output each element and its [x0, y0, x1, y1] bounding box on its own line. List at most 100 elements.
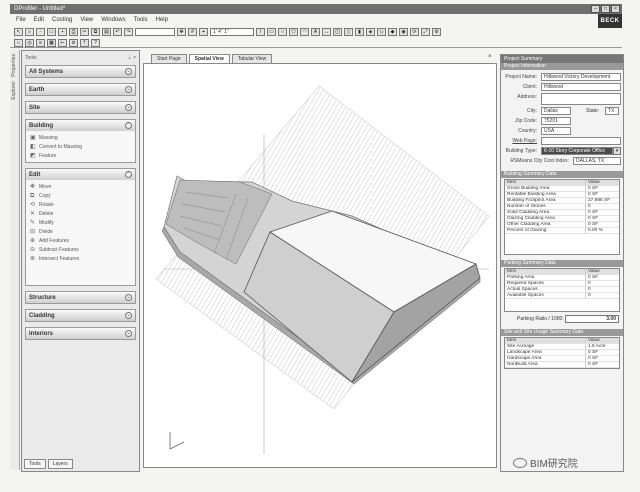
maximize-button[interactable]: □	[601, 5, 610, 13]
tool-intersect-features[interactable]: ⊗ Intersect Features	[26, 254, 135, 263]
redo-icon[interactable]: ↷	[124, 28, 133, 36]
grid-icon[interactable]: #	[188, 28, 197, 36]
tool-copy[interactable]: ⧉ Copy	[26, 191, 135, 200]
material-icon[interactable]: ▦	[47, 39, 56, 47]
dock-tab-explorer[interactable]: Explorer	[11, 81, 17, 100]
chevron-down-icon[interactable]: ⌄	[125, 86, 132, 93]
snap-icon[interactable]: ⌖	[199, 28, 208, 36]
parking-ratio-field[interactable]: 3.00	[565, 315, 619, 323]
line-tool-icon[interactable]: /	[256, 28, 265, 36]
pan-icon[interactable]: ✥	[177, 28, 186, 36]
panel-pin-icon[interactable]: ⊥ ×	[127, 55, 136, 63]
cut-icon[interactable]: ✂	[80, 28, 89, 36]
city-field[interactable]: Dallas	[541, 107, 571, 115]
scale-select[interactable]: 1' 4" 1"	[210, 28, 254, 36]
menu-windows[interactable]: Windows	[101, 17, 125, 23]
view-side-icon[interactable]: ▮	[355, 28, 364, 36]
rsmeans-field[interactable]: DALLAS, TX	[573, 157, 621, 165]
close-button[interactable]: ×	[611, 5, 620, 13]
shaded-icon[interactable]: ◆	[388, 28, 397, 36]
web-page-field[interactable]	[541, 137, 621, 145]
chevron-up-icon[interactable]: ⌃	[125, 171, 132, 178]
view-front-icon[interactable]: ▯	[344, 28, 353, 36]
tool-modify[interactable]: ✎ Modify	[26, 218, 135, 227]
orbit-icon[interactable]: ⟳	[410, 28, 419, 36]
web-page-link[interactable]: Web Page:	[512, 138, 537, 144]
chevron-down-icon[interactable]: ⌄	[125, 104, 132, 111]
menu-edit[interactable]: Edit	[34, 17, 44, 23]
chevron-up-icon[interactable]: ⌃	[125, 122, 132, 129]
section-interiors[interactable]: Interiors ⌄	[25, 327, 136, 340]
text-tool-icon[interactable]: A	[311, 28, 320, 36]
window-titlebar: DProfiler - Untitled* – □ ×	[10, 4, 622, 14]
polygon-tool-icon[interactable]: ⬠	[289, 28, 298, 36]
tab-spatial-view[interactable]: Spatial View	[188, 54, 230, 63]
render-icon[interactable]: ◉	[399, 28, 408, 36]
client-field[interactable]: Hillwood	[541, 83, 621, 91]
zip-field[interactable]: 75201	[541, 117, 571, 125]
measure-icon[interactable]: ⊢	[58, 39, 67, 47]
section-cladding[interactable]: Cladding ⌄	[25, 309, 136, 322]
address-field[interactable]	[541, 93, 621, 105]
chevron-down-icon[interactable]: ⌄	[125, 68, 132, 75]
menu-costing[interactable]: Costing	[52, 17, 72, 23]
sun-icon[interactable]: ☼	[14, 39, 23, 47]
tab-tabular-view[interactable]: Tabular View	[231, 54, 273, 63]
view-top-icon[interactable]: ◫	[333, 28, 342, 36]
tool-convert-to-massing[interactable]: ◧ Convert to Massing	[26, 142, 135, 151]
menu-file[interactable]: File	[16, 17, 26, 23]
circle-tool-icon[interactable]: ○	[278, 28, 287, 36]
chevron-down-icon[interactable]: ⌄	[125, 312, 132, 319]
view-iso-icon[interactable]: ◈	[366, 28, 375, 36]
rectangle-tool-icon[interactable]: ▭	[267, 28, 276, 36]
layers-icon[interactable]: ≡	[36, 39, 45, 47]
camera-icon[interactable]: ◎	[25, 39, 34, 47]
menu-tools[interactable]: Tools	[134, 17, 148, 23]
chevron-down-icon[interactable]: ⌄	[125, 294, 132, 301]
section-site[interactable]: Site ⌄	[25, 101, 136, 114]
tool-massing[interactable]: ▣ Massing	[26, 133, 135, 142]
walk-icon[interactable]: ⇡	[80, 39, 89, 47]
layer-select[interactable]	[135, 28, 175, 36]
open-icon[interactable]: ▭	[47, 28, 56, 36]
zoom-extents-icon[interactable]: ⤢	[421, 28, 430, 36]
country-field[interactable]: USA	[541, 127, 571, 135]
section-earth[interactable]: Earth ⌄	[25, 83, 136, 96]
building-type-select[interactable]: 6-10 Story Corporate Office	[541, 147, 613, 155]
save-icon[interactable]: ▪	[58, 28, 67, 36]
section-icon[interactable]: ⊘	[69, 39, 78, 47]
tab-start-page[interactable]: Start Page	[151, 54, 187, 63]
print-icon[interactable]: ⎙	[69, 28, 78, 36]
tab-layers[interactable]: Layers	[47, 459, 73, 469]
select-tool-icon[interactable]: ↖	[14, 28, 23, 36]
tool-rotate[interactable]: ⟲ Rotate	[26, 200, 135, 209]
project-name-field[interactable]: Hillwood Victory Development	[541, 73, 621, 81]
menu-view[interactable]: View	[80, 17, 93, 23]
new-icon[interactable]: ▫	[36, 28, 45, 36]
state-field[interactable]: TX	[605, 107, 619, 115]
spatial-viewport[interactable]	[143, 63, 497, 468]
tool-add-features[interactable]: ⊕ Add Features	[26, 236, 135, 245]
tool-delete[interactable]: ✕ Delete	[26, 209, 135, 218]
chevron-down-icon[interactable]: ⌄	[125, 330, 132, 337]
dock-tab-properties[interactable]: Properties	[11, 54, 17, 77]
menu-help[interactable]: Help	[156, 17, 168, 23]
minimize-button[interactable]: –	[591, 5, 600, 13]
section-all-systems[interactable]: All Systems ⌄	[25, 65, 136, 78]
tool-subtract-features[interactable]: ⊖ Subtract Features	[26, 245, 135, 254]
undo-icon[interactable]: ↶	[113, 28, 122, 36]
arc-tool-icon[interactable]: ◠	[300, 28, 309, 36]
tool-move[interactable]: ✥ Move	[26, 182, 135, 191]
zoom-tool-icon[interactable]: ⌕	[25, 28, 34, 36]
tab-tools[interactable]: Tools	[24, 459, 46, 469]
copy-icon[interactable]: ⧉	[91, 28, 100, 36]
chevron-down-icon[interactable]: ▾	[613, 147, 621, 155]
help-icon[interactable]: ?	[91, 39, 100, 47]
dimension-tool-icon[interactable]: ↔	[322, 28, 331, 36]
tool-divide[interactable]: ⊟ Divide	[26, 227, 135, 236]
paste-icon[interactable]: ▤	[102, 28, 111, 36]
wireframe-icon[interactable]: ◇	[377, 28, 386, 36]
settings-icon[interactable]: ⚙	[432, 28, 441, 36]
tool-feature[interactable]: ◩ Feature	[26, 151, 135, 160]
section-structure[interactable]: Structure ⌄	[25, 291, 136, 304]
